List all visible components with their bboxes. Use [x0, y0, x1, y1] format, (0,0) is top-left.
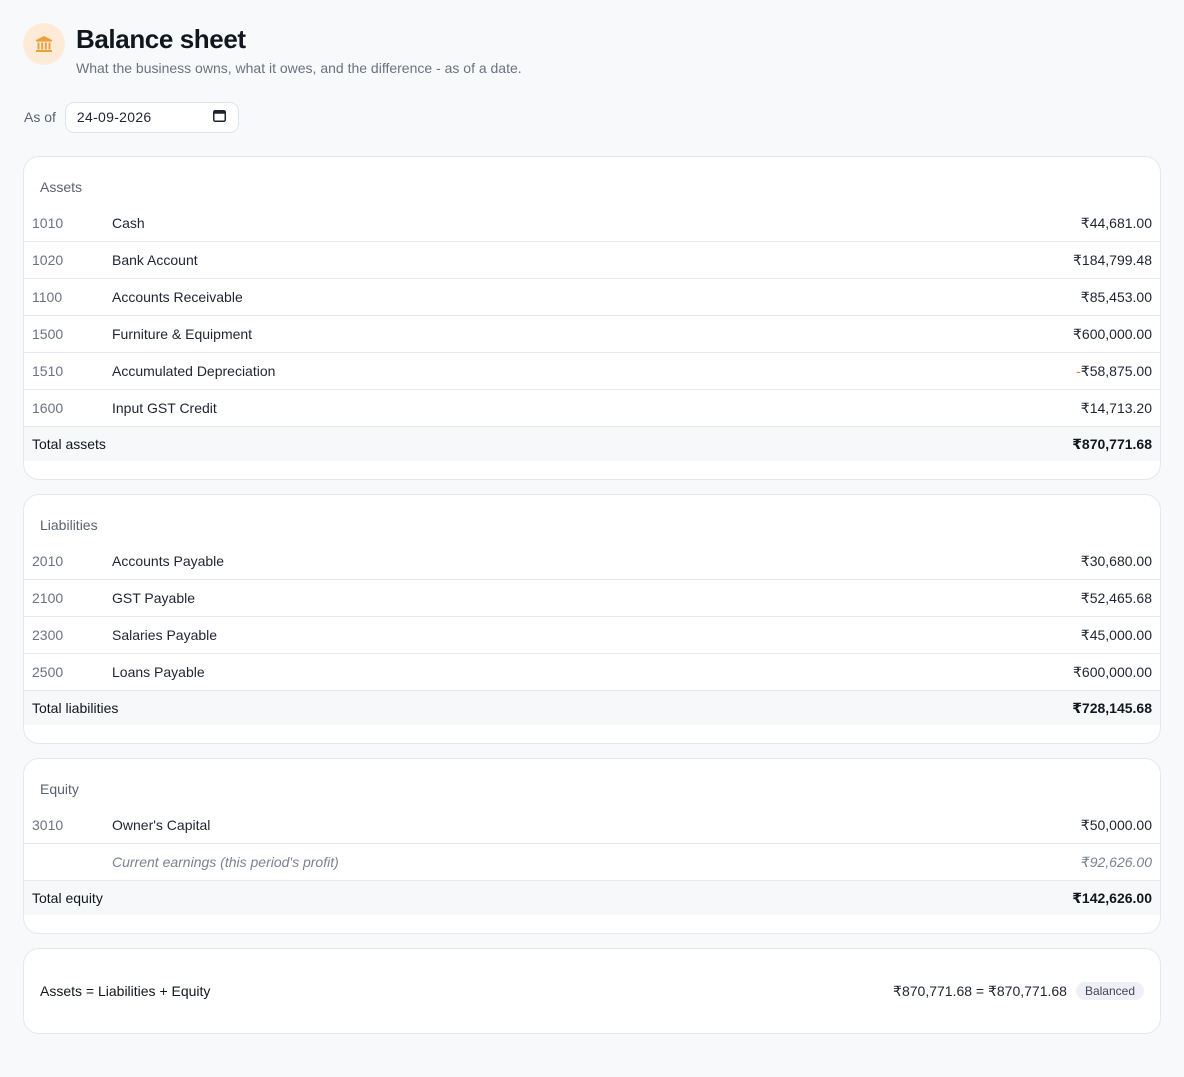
account-amount: ₹600,000.00 [1073, 663, 1152, 680]
balance-check-card: Assets = Liabilities + Equity ₹870,771.6… [23, 948, 1161, 1034]
account-amount: ₹85,453.00 [1080, 288, 1152, 305]
total-amount: ₹870,771.68 [1072, 435, 1152, 452]
account-code: 1600 [32, 400, 64, 416]
account-amount: ₹50,000.00 [1080, 816, 1152, 833]
account-amount: ₹600,000.00 [1073, 325, 1152, 342]
page-title: Balance sheet [76, 24, 246, 54]
account-code: 1100 [32, 289, 63, 305]
bank-icon [23, 23, 65, 65]
total-label: Total equity [32, 890, 103, 906]
table-row[interactable]: 2300 Salaries Payable ₹45,000.00 [24, 617, 1160, 654]
comparison-values: ₹870,771.68 = ₹870,771.68 [893, 982, 1067, 999]
account-name: Accounts Payable [112, 553, 225, 569]
account-amount: ₹184,799.48 [1073, 251, 1152, 268]
total-liabilities-row: Total liabilities ₹728,145.68 [24, 691, 1160, 725]
table-row[interactable]: 3010 Owner's Capital ₹50,000.00 [24, 807, 1160, 844]
total-label: Total assets [32, 436, 106, 452]
account-code: 1510 [32, 363, 64, 379]
account-code: 1500 [32, 326, 64, 342]
account-name: Accounts Receivable [112, 289, 243, 305]
account-amount: ₹14,713.20 [1080, 399, 1152, 416]
table-row[interactable]: 1510 Accumulated Depreciation -₹58,875.0… [24, 353, 1160, 390]
account-amount: ₹45,000.00 [1080, 626, 1152, 643]
as-of-label: As of [24, 109, 56, 125]
account-code: 2300 [32, 627, 64, 643]
total-label: Total liabilities [32, 700, 119, 716]
calendar-icon[interactable] [212, 109, 226, 125]
date-value: 24-09-2026 [76, 109, 152, 125]
equity-card: Equity 3010 Owner's Capital ₹50,000.00 C… [23, 758, 1161, 934]
assets-card: Assets 1010 Cash ₹44,681.00 1020 Bank Ac… [23, 156, 1161, 480]
liabilities-card: Liabilities 2010 Accounts Payable ₹30,68… [23, 494, 1161, 744]
total-equity-row: Total equity ₹142,626.00 [24, 881, 1160, 915]
table-row[interactable]: 1600 Input GST Credit ₹14,713.20 [24, 390, 1160, 427]
account-name: GST Payable [112, 590, 196, 606]
table-row[interactable]: 1020 Bank Account ₹184,799.48 [24, 242, 1160, 279]
as-of-row: As of 24-09-2026 [23, 101, 1161, 133]
account-name: Salaries Payable [112, 627, 218, 643]
total-assets-row: Total assets ₹870,771.68 [24, 427, 1160, 461]
account-code: 2010 [32, 553, 64, 569]
balance-comparison: ₹870,771.68 = ₹870,771.68 Balanced [893, 982, 1144, 1000]
account-amount: ₹44,681.00 [1080, 214, 1152, 231]
as-of-date-input[interactable]: 24-09-2026 [64, 101, 239, 133]
equity-section-title: Equity [40, 781, 79, 797]
table-row[interactable]: 2500 Loans Payable ₹600,000.00 [24, 654, 1160, 691]
amount-value: ₹58,875.00 [1080, 362, 1152, 379]
account-code: 2500 [32, 664, 64, 680]
table-row[interactable]: 1010 Cash ₹44,681.00 [24, 205, 1160, 242]
status-badge: Balanced [1075, 982, 1144, 1000]
current-earnings-amount: ₹92,626.00 [1080, 853, 1152, 870]
table-row[interactable]: 2010 Accounts Payable ₹30,680.00 [24, 543, 1160, 580]
page-header: Balance sheet What the business owns, wh… [23, 0, 1161, 76]
liabilities-section-title: Liabilities [40, 517, 98, 533]
total-amount: ₹728,145.68 [1072, 699, 1152, 716]
table-row[interactable]: 1100 Accounts Receivable ₹85,453.00 [24, 279, 1160, 316]
account-name: Input GST Credit [112, 400, 217, 416]
current-earnings-row: Current earnings (this period's profit) … [24, 844, 1160, 881]
account-code: 3010 [32, 817, 64, 833]
assets-section-title: Assets [40, 179, 83, 195]
accounting-equation: Assets = Liabilities + Equity [40, 983, 211, 999]
table-row[interactable]: 2100 GST Payable ₹52,465.68 [24, 580, 1160, 617]
page-subtitle: What the business owns, what it owes, an… [76, 60, 522, 76]
account-name: Owner's Capital [112, 817, 211, 833]
account-amount: ₹52,465.68 [1080, 589, 1152, 606]
account-amount: ₹30,680.00 [1080, 552, 1152, 569]
total-amount: ₹142,626.00 [1072, 889, 1152, 906]
account-code: 1010 [32, 215, 64, 231]
balance-sheet-page: Balance sheet What the business owns, wh… [0, 0, 1184, 1077]
table-row[interactable]: 1500 Furniture & Equipment ₹600,000.00 [24, 316, 1160, 353]
account-name: Bank Account [112, 252, 198, 268]
account-name: Accumulated Depreciation [112, 363, 276, 379]
account-name: Loans Payable [112, 664, 205, 680]
account-name: Furniture & Equipment [112, 326, 253, 342]
account-amount: -₹58,875.00 [1076, 363, 1152, 380]
account-code: 1020 [32, 252, 64, 268]
account-code: 2100 [32, 590, 64, 606]
account-name: Cash [112, 215, 145, 231]
current-earnings-label: Current earnings (this period's profit) [112, 854, 339, 870]
